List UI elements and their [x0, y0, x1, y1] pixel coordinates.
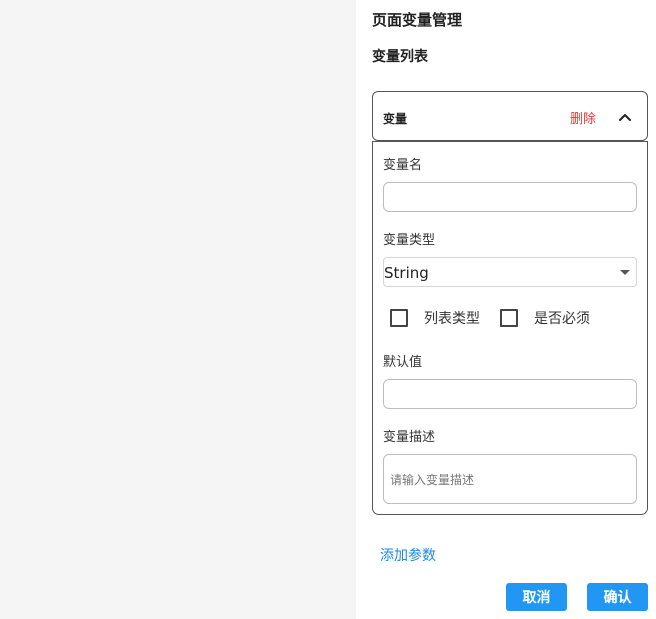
caret-down-icon [620, 270, 630, 275]
list-type-checkbox[interactable] [390, 309, 408, 327]
delete-variable-button[interactable]: 删除 [570, 108, 596, 127]
backdrop-area[interactable] [0, 0, 356, 619]
default-value-input[interactable] [383, 379, 637, 409]
variable-card-body: 变量名 变量类型 String 列表类型 是否必须 默认值 变量描述 [372, 141, 648, 515]
cancel-button[interactable]: 取消 [506, 583, 567, 611]
variable-card-title: 变量 [383, 112, 408, 126]
list-type-label: 列表类型 [424, 311, 480, 327]
panel-title: 页面变量管理 [372, 11, 463, 29]
variable-manager-panel: 页面变量管理 变量列表 变量 删除 变量名 变量类型 String 列表类型 是… [356, 0, 656, 619]
variable-card-header[interactable]: 变量 删除 [372, 91, 648, 141]
variable-desc-textarea[interactable] [383, 454, 637, 504]
variable-desc-label: 变量描述 [383, 430, 436, 445]
variable-name-label: 变量名 [383, 158, 423, 173]
confirm-button[interactable]: 确认 [587, 583, 648, 611]
variable-type-select[interactable]: String [383, 257, 637, 287]
variable-type-label: 变量类型 [383, 233, 436, 248]
variable-list-title: 变量列表 [372, 49, 428, 65]
required-label: 是否必须 [534, 311, 590, 327]
required-checkbox[interactable] [500, 309, 518, 327]
variable-name-input[interactable] [383, 182, 637, 212]
default-value-label: 默认值 [383, 355, 423, 370]
chevron-up-icon[interactable] [617, 109, 633, 125]
variable-card: 变量 删除 变量名 变量类型 String 列表类型 是否必须 默认值 变量描述 [372, 91, 648, 515]
add-parameter-link[interactable]: 添加参数 [380, 545, 436, 565]
variable-type-value: String [384, 264, 429, 282]
